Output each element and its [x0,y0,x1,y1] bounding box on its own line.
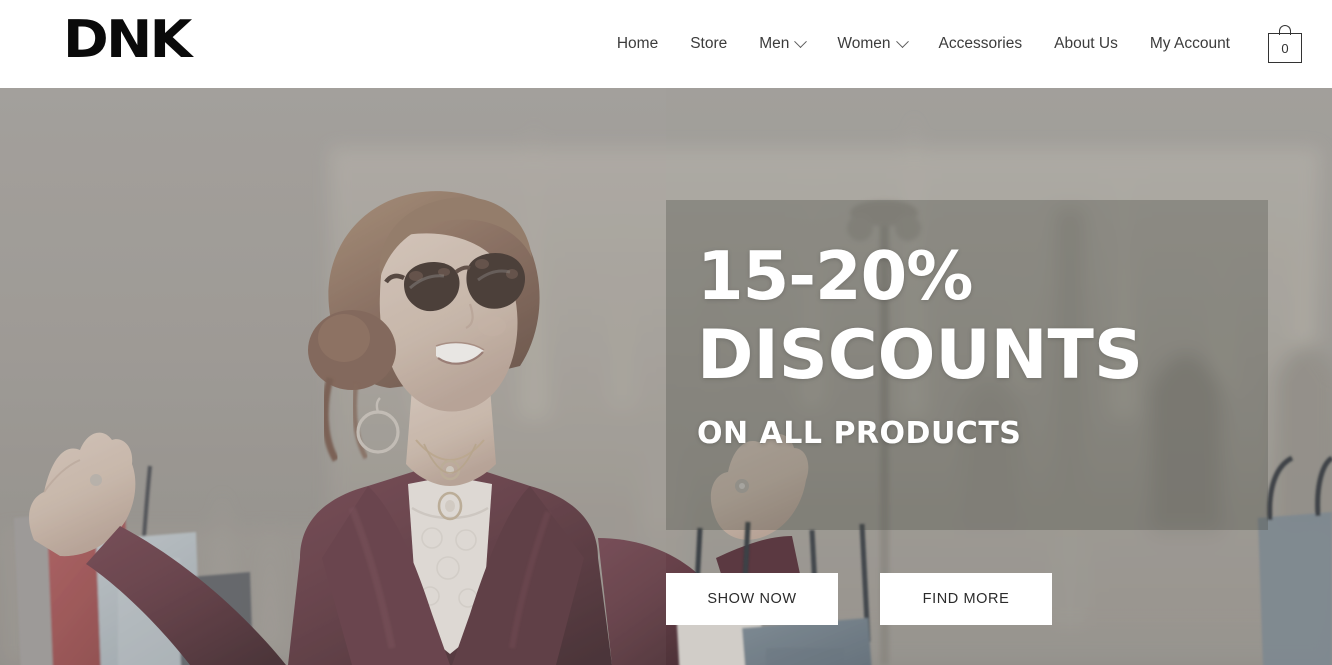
hero-headline-primary: 15-20% [697,237,973,315]
nav-label: Accessories [938,35,1023,52]
chevron-down-icon [895,34,909,48]
nav-label: About Us [1054,35,1118,52]
hero-subheadline: ON ALL PRODUCTS [697,416,1022,451]
show-now-button[interactable]: SHOW NOW [666,573,838,625]
main-navigation: Home Store Men Women Accessories About U… [601,0,1332,88]
hero-cta-group: SHOW NOW FIND MORE [666,573,1052,625]
nav-item-women[interactable]: Women [837,34,909,53]
site-logo[interactable]: DNK [63,12,192,68]
chevron-down-icon [794,34,808,48]
nav-label: Home [616,35,659,52]
nav-label: Store [690,35,728,52]
cart-count-badge: 0 [1281,40,1289,56]
nav-item-men[interactable]: Men [759,34,808,53]
nav-label: Women [837,35,891,52]
nav-item-home[interactable]: Home [617,35,658,53]
hero-text-block: 15-20% DISCOUNTS ON ALL PRODUCTS [697,238,1143,454]
site-header: DNK Home Store Men Women Accessories Abo… [0,0,1332,88]
nav-item-accessories[interactable]: Accessories [939,35,1023,53]
cart-button[interactable]: 0 [1268,25,1302,63]
find-more-button[interactable]: FIND MORE [880,573,1052,625]
hero-banner: 15-20% DISCOUNTS ON ALL PRODUCTS SHOW NO… [0,88,1332,665]
nav-item-about-us[interactable]: About Us [1054,35,1118,53]
nav-item-store[interactable]: Store [690,35,727,53]
nav-label: My Account [1149,35,1230,52]
nav-item-my-account[interactable]: My Account [1150,35,1230,53]
nav-label: Men [759,35,790,52]
page-root: DNK Home Store Men Women Accessories Abo… [0,0,1332,665]
hero-headline-secondary: DISCOUNTS [697,316,1143,395]
